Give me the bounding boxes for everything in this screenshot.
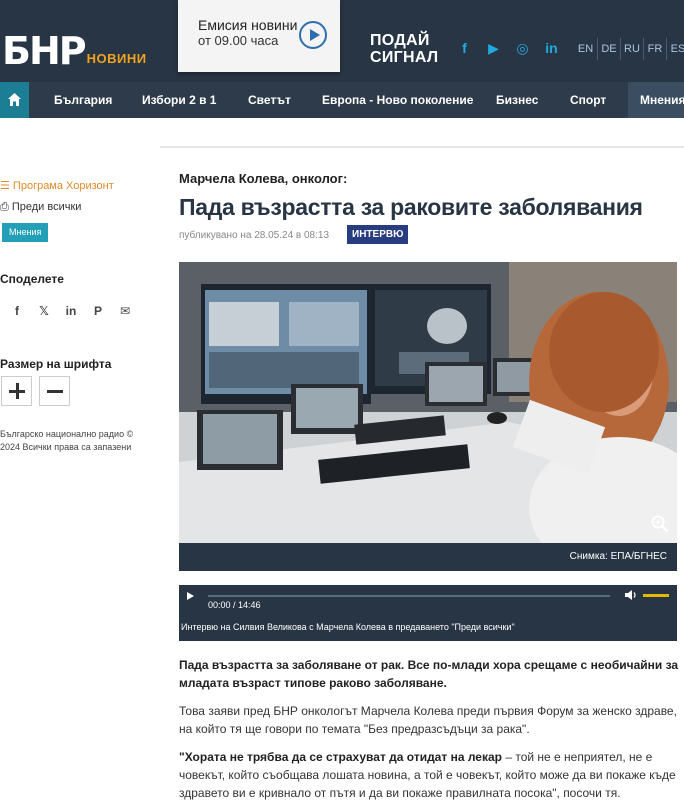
audio-time: 00:00 / 14:46 [208, 600, 261, 610]
play-circle-icon[interactable] [299, 21, 327, 49]
sidebar-program-link[interactable]: ☰ Програма Хоризонт [0, 179, 114, 192]
site-logo[interactable]: БНР НОВИНИ [2, 28, 147, 73]
logo-novini: НОВИНИ [86, 51, 147, 66]
lang-fr[interactable]: FR [643, 38, 666, 60]
report-line1: ПОДАЙ [370, 32, 430, 49]
list-icon: ☰ [0, 180, 13, 192]
quote-bold: "Хората не трябва да се страхуват да оти… [179, 750, 502, 764]
program-label: Програма Хоризонт [12, 180, 114, 192]
volume-icon[interactable] [625, 590, 637, 600]
audio-caption: Интервю на Силвия Великова с Марчела Кол… [179, 622, 515, 632]
instagram-icon[interactable]: ◎ [514, 40, 531, 57]
share-icons: f 𝕏 in P ✉ [10, 304, 132, 318]
content-divider [160, 146, 684, 148]
language-switcher: EN DE RU FR ES [574, 38, 684, 60]
control-room-illustration [179, 262, 677, 543]
top-header: БНР НОВИНИ Емисия новини от 09.00 часа П… [0, 0, 684, 82]
interview-tag[interactable]: ИНТЕРВЮ [347, 225, 409, 244]
nav-elections[interactable]: Избори 2 в 1 [142, 82, 216, 118]
audio-caption-text: Интервю на Силвия Великова с Марчела Кол… [181, 622, 515, 632]
article-photo[interactable] [179, 262, 677, 543]
photo-caption-bar: Снимка: ЕПА/БГНЕС [179, 543, 677, 571]
main-nav: България Избори 2 в 1 Светът Европа - Но… [0, 82, 684, 118]
news-broadcast-box[interactable]: Емисия новини от 09.00 часа [178, 0, 340, 72]
lang-es[interactable]: ES [666, 38, 684, 60]
home-icon [8, 93, 21, 106]
lang-en[interactable]: EN [574, 38, 597, 60]
lang-de[interactable]: DE [597, 38, 620, 60]
report-line2: СИГНАЛ [370, 49, 439, 66]
article-lead: Пада възрастта за заболяване от рак. Все… [179, 658, 679, 690]
font-decrease-button[interactable] [39, 376, 70, 406]
nav-bulgaria[interactable]: България [54, 82, 112, 118]
play-icon[interactable] [187, 592, 194, 600]
lang-ru[interactable]: RU [620, 38, 643, 60]
copyright-line1: Българско национално радио © [0, 429, 134, 439]
share-email-icon[interactable]: ✉ [118, 304, 132, 318]
volume-slider[interactable] [643, 594, 669, 597]
font-size-heading: Размер на шрифта [0, 357, 112, 371]
share-heading: Споделете [0, 272, 64, 286]
zoom-icon[interactable] [651, 515, 669, 533]
youtube-icon[interactable]: ▶ [485, 40, 502, 57]
share-facebook-icon[interactable]: f [10, 304, 24, 318]
facebook-icon[interactable]: f [456, 40, 473, 57]
article-title: Пада възрастта за раковите заболявания [179, 194, 643, 220]
linkedin-icon[interactable]: in [543, 40, 560, 57]
copyright: Българско национално радио © 2024 Всички… [0, 428, 150, 454]
report-signal-link[interactable]: ПОДАЙ СИГНАЛ [370, 32, 438, 66]
social-links: f ▶ ◎ in [456, 40, 560, 57]
nav-business[interactable]: Бизнес [496, 82, 538, 118]
nav-world[interactable]: Светът [248, 82, 291, 118]
sidebar-show-link[interactable]: ⎙ Преди всички [0, 201, 81, 214]
logo-bnr: БНР [2, 29, 87, 73]
copyright-line2: 2024 Всички права са запазени [0, 442, 132, 452]
category-badge[interactable]: Мнения [2, 223, 49, 242]
show-label: Преди всички [11, 201, 82, 213]
article-paragraph-2: "Хората не трябва да се страхуват да оти… [179, 748, 679, 802]
photo-credit: Снимка: ЕПА/БГНЕС [569, 551, 667, 562]
share-linkedin-icon[interactable]: in [64, 304, 78, 318]
article-paragraph-1: Това заяви пред БНР онкологът Марчела Ко… [179, 704, 677, 736]
article-kicker: Марчела Колева, онколог: [179, 171, 348, 186]
broadcast-icon: ⎙ [0, 201, 12, 213]
publish-date: публикувано на 28.05.24 в 08:13 [179, 230, 330, 241]
nav-europe[interactable]: Европа - Ново поколение [322, 82, 473, 118]
share-pinterest-icon[interactable]: P [91, 304, 105, 318]
nav-sport[interactable]: Спорт [570, 82, 606, 118]
audio-progress-track[interactable] [208, 595, 610, 597]
broadcast-time: от 09.00 часа [198, 33, 279, 48]
nav-opinions[interactable]: Мнения [628, 82, 684, 118]
audio-player: 00:00 / 14:46 Интервю на Силвия Великова… [179, 585, 677, 641]
share-twitter-icon[interactable]: 𝕏 [37, 304, 51, 318]
broadcast-title: Емисия новини [198, 17, 298, 33]
font-increase-button[interactable] [1, 376, 32, 406]
home-button[interactable] [0, 82, 29, 118]
